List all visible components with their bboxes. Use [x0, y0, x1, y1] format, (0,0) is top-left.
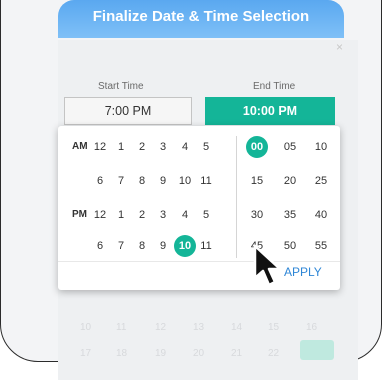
- hour-option[interactable]: 9: [152, 170, 174, 192]
- mouse-cursor-icon: [253, 244, 282, 287]
- background-date: 20: [193, 348, 205, 359]
- minute-option[interactable]: 40: [310, 204, 332, 226]
- time-picker-popup: AM PM 12 1 2 3 4 5 6 7 8 9 10 11 12 1 2 3 4 5 6 7 8 9 10 11 00 0…: [58, 126, 340, 290]
- pm-label: PM: [72, 209, 87, 220]
- hour-option[interactable]: 1: [110, 136, 132, 158]
- apply-button[interactable]: APPLY: [284, 265, 322, 279]
- hour-option[interactable]: 11: [195, 170, 217, 192]
- minute-option[interactable]: 55: [310, 235, 332, 257]
- background-date: 17: [80, 348, 92, 359]
- hour-option[interactable]: 11: [195, 235, 217, 257]
- hour-option[interactable]: 8: [131, 170, 153, 192]
- hour-option[interactable]: 3: [152, 136, 174, 158]
- hour-option[interactable]: 5: [195, 204, 217, 226]
- hour-option[interactable]: 3: [152, 204, 174, 226]
- background-date: 12: [155, 322, 167, 333]
- background-date: 10: [80, 322, 92, 333]
- hour-option[interactable]: 2: [131, 204, 153, 226]
- hour-option[interactable]: 5: [195, 136, 217, 158]
- minute-option[interactable]: 25: [310, 170, 332, 192]
- modal-header: Finalize Date & Time Selection: [58, 0, 344, 38]
- minute-option-selected[interactable]: 00: [246, 136, 268, 158]
- minute-option[interactable]: 20: [279, 170, 301, 192]
- hour-option[interactable]: 2: [131, 136, 153, 158]
- background-date: 15: [268, 322, 280, 333]
- start-time-label: Start Time: [98, 81, 144, 92]
- hour-option[interactable]: 7: [110, 235, 132, 257]
- background-date: 14: [231, 322, 243, 333]
- end-time-input[interactable]: 10:00 PM: [205, 97, 335, 125]
- minute-option[interactable]: 15: [246, 170, 268, 192]
- hour-option[interactable]: 12: [89, 204, 111, 226]
- background-date: 13: [193, 322, 205, 333]
- minute-option[interactable]: 35: [279, 204, 301, 226]
- background-date: 18: [116, 348, 128, 359]
- hour-option[interactable]: 6: [89, 235, 111, 257]
- end-time-label: End Time: [253, 81, 296, 92]
- background-date: 22: [268, 348, 280, 359]
- hour-option[interactable]: 1: [110, 204, 132, 226]
- close-icon[interactable]: ×: [336, 40, 343, 54]
- hour-option[interactable]: 10: [174, 170, 196, 192]
- hour-option[interactable]: 8: [131, 235, 153, 257]
- am-label: AM: [72, 141, 88, 152]
- background-date: 11: [116, 322, 127, 333]
- background-confirm-button: [300, 340, 334, 360]
- hour-option[interactable]: 12: [89, 136, 111, 158]
- hour-option-selected[interactable]: 10: [174, 235, 196, 257]
- picker-divider: [236, 136, 237, 258]
- background-date: 19: [155, 348, 167, 359]
- hour-option[interactable]: 4: [174, 136, 196, 158]
- hour-option[interactable]: 7: [110, 170, 132, 192]
- start-time-input[interactable]: 7:00 PM: [64, 97, 192, 125]
- minute-option[interactable]: 10: [310, 136, 332, 158]
- minute-option[interactable]: 05: [279, 136, 301, 158]
- minute-option[interactable]: 30: [246, 204, 268, 226]
- hour-option[interactable]: 6: [89, 170, 111, 192]
- background-date: 21: [231, 348, 243, 359]
- picker-footer-divider: [58, 261, 340, 262]
- hour-option[interactable]: 4: [174, 204, 196, 226]
- hour-option[interactable]: 9: [152, 235, 174, 257]
- modal-title: Finalize Date & Time Selection: [92, 8, 310, 25]
- background-date: 16: [306, 322, 318, 333]
